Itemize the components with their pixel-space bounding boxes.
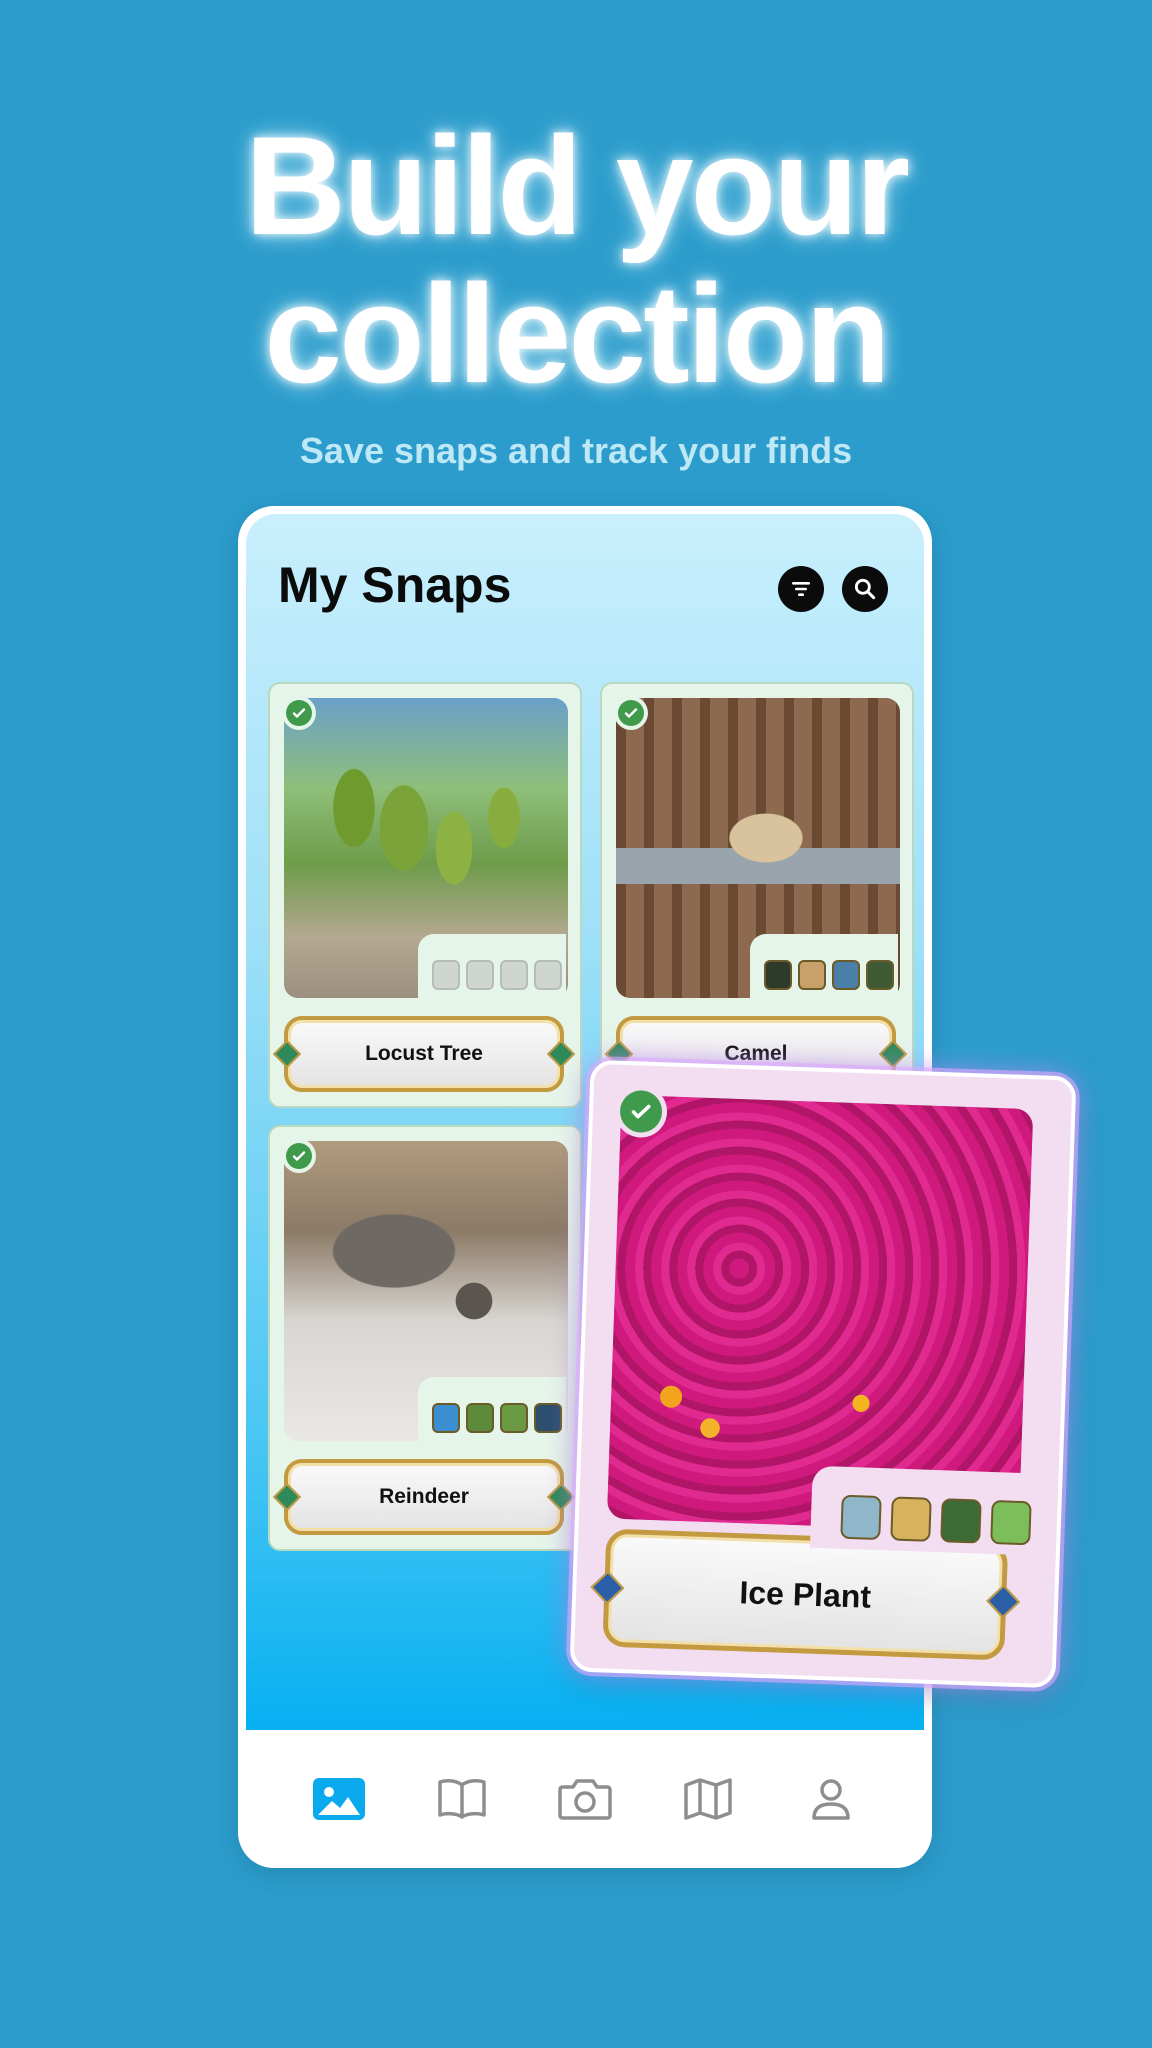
gem-icon bbox=[546, 1482, 576, 1512]
gem-icon bbox=[986, 1584, 1021, 1619]
badge-row bbox=[764, 960, 894, 990]
flower-badge-icon bbox=[990, 1499, 1032, 1546]
subheadline: Save snaps and track your finds bbox=[299, 430, 853, 471]
map-icon bbox=[684, 1778, 732, 1820]
empty-badge-icon bbox=[432, 960, 460, 990]
headline: Build your collection bbox=[0, 112, 1152, 408]
badge-row bbox=[432, 1403, 562, 1433]
tab-camera[interactable] bbox=[557, 1771, 613, 1827]
filter-icon bbox=[792, 582, 810, 596]
gem-icon bbox=[272, 1482, 302, 1512]
tab-map[interactable] bbox=[680, 1771, 736, 1827]
trail-badge-icon bbox=[866, 960, 894, 990]
headline-line-1: Build your bbox=[244, 107, 910, 264]
card-nameplate: Locust Tree bbox=[272, 1016, 576, 1092]
photos-icon bbox=[313, 1778, 366, 1820]
search-icon bbox=[854, 578, 876, 600]
badge-row bbox=[432, 960, 562, 990]
water-badge-icon bbox=[840, 1494, 882, 1541]
landscape-badge-icon bbox=[832, 960, 860, 990]
collected-check-icon bbox=[282, 1139, 316, 1173]
trail-badge-icon bbox=[534, 1403, 562, 1433]
card-name: Reindeer bbox=[379, 1485, 469, 1508]
tab-book[interactable] bbox=[434, 1771, 490, 1827]
tab-photos[interactable] bbox=[311, 1771, 367, 1827]
gem-icon bbox=[590, 1570, 625, 1605]
empty-badge-icon bbox=[500, 960, 528, 990]
gem-icon bbox=[272, 1039, 302, 1069]
card-nameplate: Reindeer bbox=[272, 1459, 576, 1535]
profile-icon bbox=[811, 1779, 850, 1820]
collected-check-icon bbox=[282, 696, 316, 730]
cactus-badge-icon bbox=[890, 1496, 932, 1542]
empty-badge-icon bbox=[466, 960, 494, 990]
leaf-badge-icon bbox=[500, 1403, 528, 1433]
empty-badge-icon bbox=[534, 960, 562, 990]
tab-bar bbox=[238, 1730, 932, 1868]
card-name: Ice Plant bbox=[738, 1573, 872, 1615]
badge-row bbox=[840, 1494, 1032, 1546]
water-badge-icon bbox=[432, 1403, 460, 1433]
leaf-badge-icon bbox=[466, 1403, 494, 1433]
book-icon bbox=[438, 1779, 486, 1819]
collected-check-icon bbox=[614, 696, 648, 730]
page-title: My Snaps bbox=[278, 557, 512, 613]
tab-profile[interactable] bbox=[803, 1771, 859, 1827]
snap-card-reindeer[interactable]: Reindeer bbox=[268, 1125, 582, 1551]
filter-button[interactable] bbox=[778, 566, 824, 612]
gem-icon bbox=[878, 1039, 908, 1069]
snap-card-locust-tree[interactable]: Locust Tree bbox=[268, 682, 582, 1108]
search-button[interactable] bbox=[842, 566, 888, 612]
sun-badge-icon bbox=[764, 960, 792, 990]
camera-icon bbox=[558, 1779, 612, 1820]
snap-photo bbox=[606, 1094, 1034, 1533]
featured-snap-card-ice-plant[interactable]: Ice Plant bbox=[569, 1059, 1077, 1689]
snap-card-camel[interactable]: Camel bbox=[600, 682, 914, 1108]
gem-icon bbox=[546, 1039, 576, 1069]
headline-line-2: collection bbox=[264, 255, 890, 412]
cactus-badge-icon bbox=[798, 960, 826, 990]
tree-badge-icon bbox=[940, 1498, 982, 1544]
card-name: Locust Tree bbox=[365, 1042, 483, 1065]
card-name: Camel bbox=[724, 1042, 788, 1065]
